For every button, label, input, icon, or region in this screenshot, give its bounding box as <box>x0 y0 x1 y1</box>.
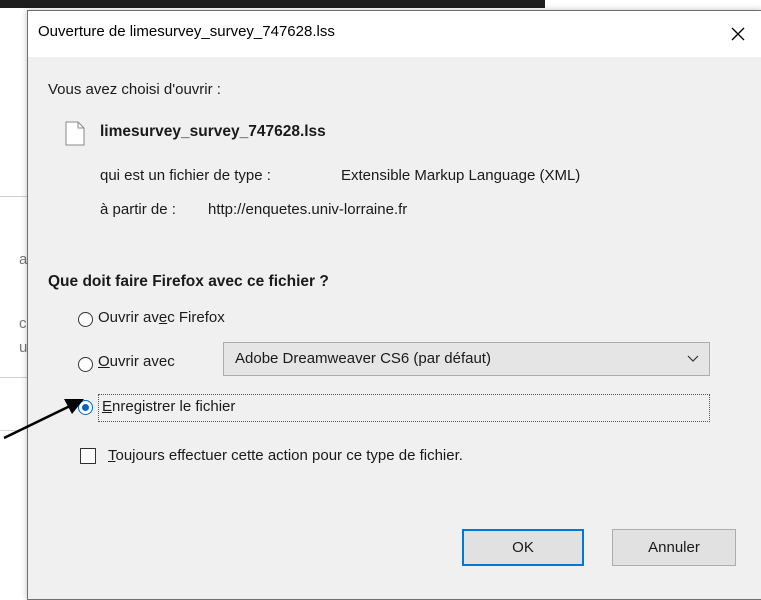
file-source-label: à partir de : <box>100 201 176 218</box>
file-type-value: Extensible Markup Language (XML) <box>341 167 581 184</box>
radio-open-with-app[interactable] <box>78 357 93 372</box>
background-page-bar <box>0 0 545 8</box>
option-open-with-firefox-label[interactable]: Ouvrir avec Firefox <box>98 309 225 326</box>
file-type-label: qui est un fichier de type : <box>100 167 271 184</box>
option-open-with-app-label[interactable]: Ouvrir avec <box>98 353 175 370</box>
always-do-this-label[interactable]: Toujours effectuer cette action pour ce … <box>108 447 463 464</box>
cancel-button[interactable]: Annuler <box>612 529 736 566</box>
option-label-part: uvrir avec <box>109 353 175 370</box>
option-accel-key: E <box>102 398 113 415</box>
radio-open-with-firefox[interactable] <box>78 312 93 327</box>
blank-document-icon <box>65 121 85 146</box>
file-source-value: http://enquetes.univ-lorraine.fr <box>208 201 408 218</box>
application-select[interactable]: Adobe Dreamweaver CS6 (par défaut) <box>223 342 710 376</box>
background-glyph: c <box>19 315 27 332</box>
checkbox-accel-key: T <box>108 447 116 464</box>
application-select-value: Adobe Dreamweaver CS6 (par défaut) <box>235 350 491 367</box>
download-dialog: Ouverture de limesurvey_survey_747628.ls… <box>27 10 761 600</box>
option-label-part: c Firefox <box>167 309 225 326</box>
ok-button[interactable]: OK <box>462 529 584 566</box>
option-label-part: nregistrer le fichier <box>112 398 236 415</box>
background-page-panel: a c u <box>0 196 28 378</box>
dialog-title: Ouverture de limesurvey_survey_747628.ls… <box>38 23 335 40</box>
option-label-part: Ouvrir av <box>98 309 159 326</box>
option-save-file-label[interactable]: Enregistrer le fichier <box>102 398 235 415</box>
option-accel-key: e <box>158 309 168 326</box>
file-name: limesurvey_survey_747628.lss <box>100 123 326 140</box>
close-button[interactable] <box>715 11 761 57</box>
checkbox-label-part: oujours effectuer cette action pour ce t… <box>115 447 463 464</box>
chevron-down-icon <box>687 355 699 362</box>
annotation-arrow-icon <box>3 399 84 440</box>
always-do-this-checkbox[interactable] <box>80 448 96 464</box>
title-bar: Ouverture de limesurvey_survey_747628.ls… <box>28 11 761 57</box>
intro-text: Vous avez choisi d'ouvrir : <box>48 81 221 98</box>
action-question: Que doit faire Firefox avec ce fichier ? <box>48 273 329 290</box>
close-icon <box>731 27 745 41</box>
option-accel-key: O <box>98 353 110 370</box>
